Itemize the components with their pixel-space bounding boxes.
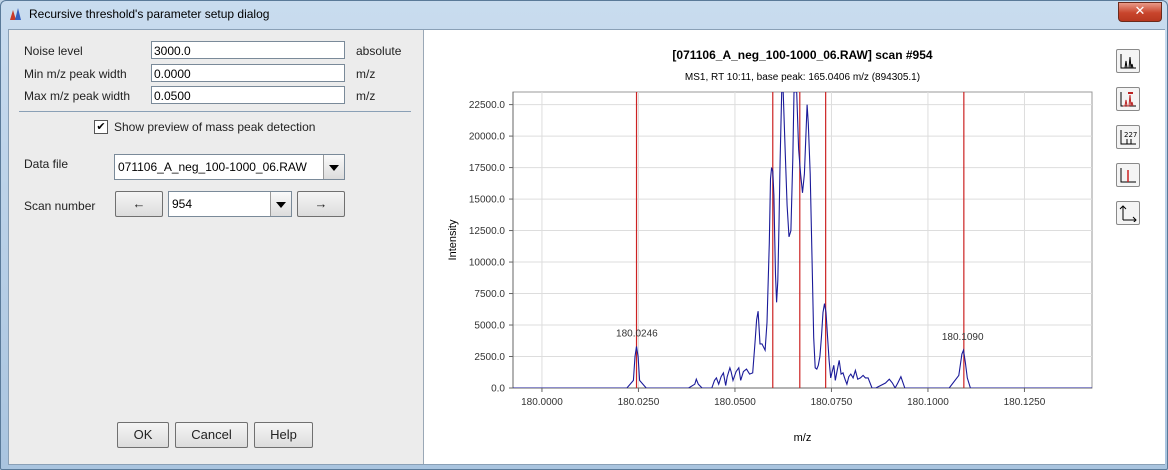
help-button[interactable]: Help	[254, 422, 313, 448]
previous-scan-button[interactable]: ←	[115, 191, 163, 217]
x-axis-label: m/z	[794, 432, 812, 444]
peak-labels-icon	[1120, 92, 1136, 107]
arrow-left-icon: ←	[132, 196, 146, 211]
x-tick-label: 180.0250	[618, 397, 660, 408]
y-tick-label: 7500.0	[474, 289, 505, 300]
continuous-mode-icon	[1120, 54, 1136, 69]
y-tick-label: 5000.0	[474, 321, 505, 332]
picked-peaks-button[interactable]	[1116, 163, 1140, 187]
chevron-down-icon[interactable]	[323, 155, 344, 179]
max-width-input[interactable]: 0.0500	[151, 86, 345, 104]
x-tick-label: 180.1250	[1004, 397, 1046, 408]
peak-annotation-label: 180.1090	[942, 332, 984, 343]
scan-number-value: 954	[172, 197, 193, 211]
close-button[interactable]: ✕	[1118, 2, 1162, 22]
data-file-select[interactable]: 071106_A_neg_100-1000_06.RAW	[114, 154, 345, 180]
dialog-content: Noise level 3000.0 absolute Min m/z peak…	[8, 29, 1165, 465]
y-tick-label: 17500.0	[469, 163, 506, 174]
y-tick-label: 15000.0	[469, 195, 506, 206]
x-tick-label: 180.1000	[907, 397, 949, 408]
annotation-labels-icon: 227	[1120, 130, 1137, 145]
continuous-mode-button[interactable]	[1116, 49, 1140, 73]
y-tick-label: 0.0	[491, 384, 505, 395]
peak-annotation-label: 180.0246	[616, 328, 658, 339]
chevron-down-icon[interactable]	[270, 192, 291, 216]
scan-number-select[interactable]: 954	[168, 191, 292, 217]
y-tick-label: 12500.0	[469, 226, 506, 237]
annotation-labels-button[interactable]: 227	[1116, 125, 1140, 149]
checkmark-icon: ✔	[96, 121, 106, 133]
noise-level-label: Noise level	[24, 44, 83, 58]
ok-button[interactable]: OK	[117, 422, 169, 448]
axes-setup-icon	[1119, 205, 1137, 222]
noise-level-input[interactable]: 3000.0	[151, 41, 345, 59]
preview-checkbox[interactable]: ✔	[94, 120, 108, 134]
picked-peaks-icon	[1120, 168, 1136, 183]
dialog-window: Recursive threshold's parameter setup di…	[0, 0, 1168, 470]
data-file-label: Data file	[24, 157, 69, 171]
axes-setup-button[interactable]	[1116, 201, 1140, 225]
y-axis-label: Intensity	[447, 219, 459, 260]
y-tick-label: 10000.0	[469, 258, 506, 269]
y-tick-label: 2500.0	[474, 352, 505, 363]
close-icon: ✕	[1134, 4, 1146, 19]
y-tick-label: 20000.0	[469, 132, 506, 143]
cancel-button[interactable]: Cancel	[175, 422, 248, 448]
min-width-label: Min m/z peak width	[24, 67, 127, 81]
spectrum-panel: [071106_A_neg_100-1000_06.RAW] scan #954…	[423, 30, 1165, 464]
x-tick-label: 180.0750	[811, 397, 853, 408]
x-tick-label: 180.0500	[714, 397, 756, 408]
max-width-unit: m/z	[356, 89, 376, 103]
x-tick-label: 180.0000	[521, 397, 563, 408]
chart-title: [071106_A_neg_100-1000_06.RAW] scan #954	[672, 48, 933, 62]
scan-number-label: Scan number	[24, 199, 96, 213]
peak-labels-button[interactable]	[1116, 87, 1140, 111]
separator	[19, 111, 411, 112]
parameter-panel: Noise level 3000.0 absolute Min m/z peak…	[9, 30, 419, 464]
window-title: Recursive threshold's parameter setup di…	[29, 7, 270, 21]
title-bar[interactable]: Recursive threshold's parameter setup di…	[1, 1, 1167, 27]
min-width-unit: m/z	[356, 67, 376, 81]
min-width-input[interactable]: 0.0000	[151, 64, 345, 82]
spectrum-chart[interactable]: [071106_A_neg_100-1000_06.RAW] scan #954…	[424, 30, 1114, 464]
app-icon	[10, 8, 21, 20]
arrow-right-icon: →	[314, 196, 328, 211]
preview-label[interactable]: Show preview of mass peak detection	[114, 120, 315, 134]
y-tick-label: 22500.0	[469, 100, 506, 111]
noise-level-unit: absolute	[356, 44, 402, 58]
svg-text:227: 227	[1124, 131, 1137, 139]
next-scan-button[interactable]: →	[297, 191, 345, 217]
chart-subtitle: MS1, RT 10:11, base peak: 165.0406 m/z (…	[685, 72, 920, 83]
max-width-label: Max m/z peak width	[24, 89, 131, 103]
data-file-value: 071106_A_neg_100-1000_06.RAW	[118, 160, 307, 174]
